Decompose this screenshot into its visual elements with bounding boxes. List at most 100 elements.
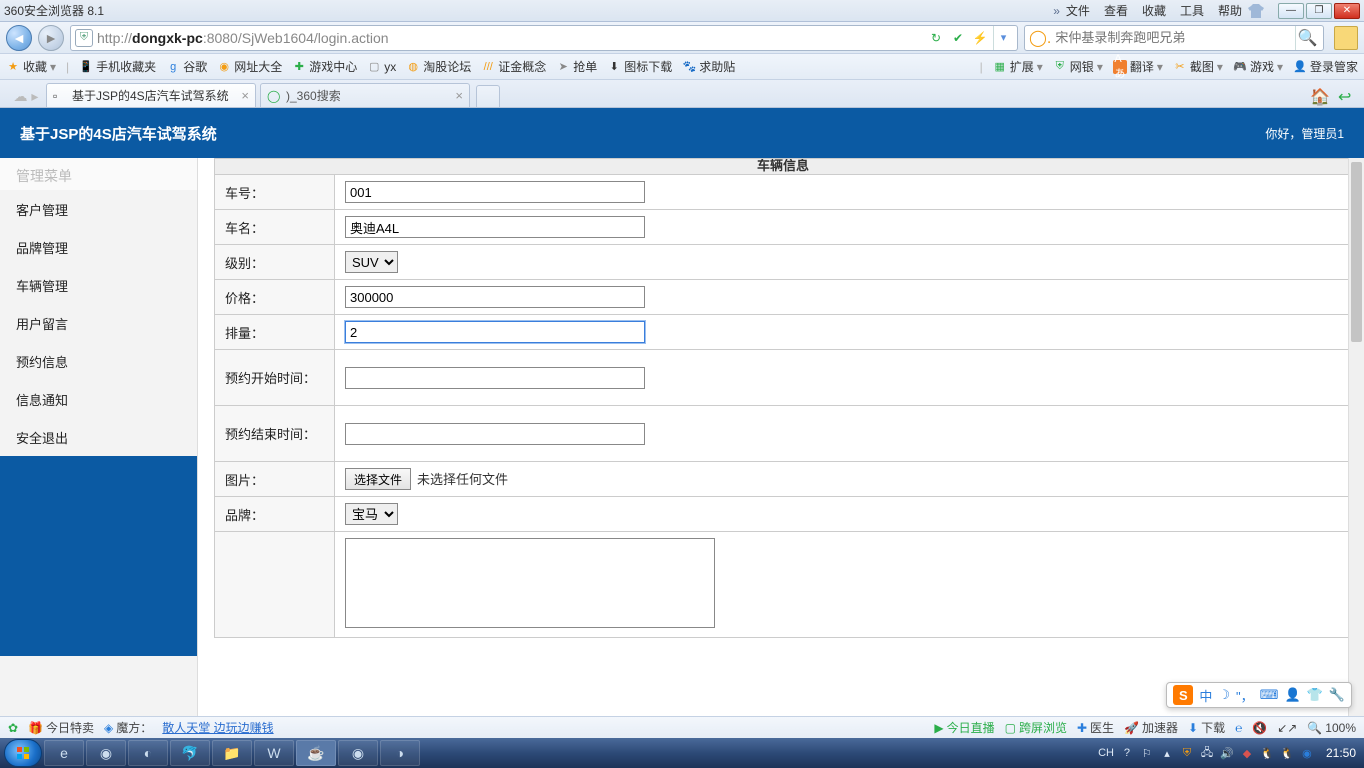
game-button[interactable]: 🎮游戏 ▾: [1233, 58, 1283, 75]
sidebar-item-message[interactable]: 用户留言: [0, 304, 197, 342]
ime-moon-icon[interactable]: ☽: [1218, 687, 1230, 703]
input-no[interactable]: [345, 181, 645, 203]
search-input[interactable]: [1055, 30, 1291, 45]
tray-qq2-icon[interactable]: 🐧: [1280, 746, 1294, 760]
task-word[interactable]: W: [254, 740, 294, 766]
bm-games[interactable]: ✚游戏中心: [292, 58, 357, 75]
bm-qiangdan[interactable]: ➤抢单: [556, 58, 597, 75]
task-mysql[interactable]: 🐬: [170, 740, 210, 766]
deal-button[interactable]: 🎁今日特卖: [28, 719, 94, 736]
input-name[interactable]: [345, 216, 645, 238]
scrollbar-thumb[interactable]: [1351, 162, 1362, 342]
textarea-desc[interactable]: [345, 538, 715, 628]
address-box[interactable]: ⛨ http://dongxk-pc:8080/SjWeb1604/login.…: [70, 25, 1018, 51]
login-mgr-button[interactable]: 👤登录管家: [1293, 58, 1358, 75]
sidebar-item-brand[interactable]: 品牌管理: [0, 228, 197, 266]
screenshot-button[interactable]: ✂截图 ▾: [1173, 58, 1223, 75]
start-button[interactable]: [4, 739, 42, 767]
input-price[interactable]: [345, 286, 645, 308]
dropdown-icon[interactable]: ▾: [993, 26, 1013, 50]
search-box[interactable]: ◯. 🔍: [1024, 25, 1324, 51]
tray-flag-icon[interactable]: ⚐: [1140, 746, 1154, 760]
tray-help-icon[interactable]: ?: [1120, 746, 1134, 760]
restore-icon[interactable]: ↩: [1338, 87, 1358, 107]
crossscreen-button[interactable]: ▢跨屏浏览: [1005, 719, 1067, 736]
live-button[interactable]: ▶今日直播: [934, 719, 994, 736]
checkmark-icon[interactable]: ✔: [949, 29, 967, 47]
tray-360-icon[interactable]: ◉: [1300, 746, 1314, 760]
translate-button[interactable]: Aあ翻译 ▾: [1113, 58, 1163, 75]
task-explorer[interactable]: 📁: [212, 740, 252, 766]
home-icon[interactable]: 🏠: [1310, 87, 1330, 107]
tray-up-icon[interactable]: ▴: [1160, 746, 1174, 760]
ime-wrench-icon[interactable]: 🔧: [1329, 687, 1345, 703]
sidebar-item-customer[interactable]: 客户管理: [0, 190, 197, 228]
bm-zhengjin[interactable]: ///证金概念: [481, 58, 546, 75]
sidebar-item-notice[interactable]: 信息通知: [0, 380, 197, 418]
bank-button[interactable]: ⛨网银 ▾: [1053, 58, 1103, 75]
bm-icondl[interactable]: ⬇图标下载: [607, 58, 672, 75]
ie-mode-icon[interactable]: ℮: [1235, 721, 1242, 735]
ime-person-icon[interactable]: 👤: [1284, 687, 1300, 703]
bm-mobile[interactable]: 📱手机收藏夹: [79, 58, 156, 75]
input-end-time[interactable]: [345, 423, 645, 445]
input-displacement[interactable]: [345, 321, 645, 343]
back-button[interactable]: ◄: [6, 25, 32, 51]
task-java[interactable]: ☕: [296, 740, 336, 766]
bm-yx[interactable]: ▢yx: [367, 60, 396, 74]
input-start-time[interactable]: [345, 367, 645, 389]
select-brand[interactable]: 宝马: [345, 503, 398, 525]
recycle-icon[interactable]: ↻: [927, 29, 945, 47]
vertical-scrollbar[interactable]: [1348, 158, 1364, 716]
ime-zhong[interactable]: 中: [1199, 686, 1212, 705]
task-360[interactable]: ◉: [338, 740, 378, 766]
lightning-icon[interactable]: ⚡: [971, 29, 989, 47]
forward-button[interactable]: ►: [38, 25, 64, 51]
minimize-button[interactable]: —: [1278, 3, 1304, 19]
tray-lang[interactable]: CH: [1098, 747, 1114, 759]
cloud-icon[interactable]: ☁ ▸: [6, 85, 46, 107]
zoom-control[interactable]: 🔍100%: [1307, 721, 1356, 735]
tray-qq1-icon[interactable]: 🐧: [1260, 746, 1274, 760]
sidebar-item-logout[interactable]: 安全退出: [0, 418, 197, 456]
favorites-button[interactable]: ★收藏 ▾: [6, 58, 56, 75]
bm-help[interactable]: 🐾求助贴: [682, 58, 735, 75]
task-chrome[interactable]: ◉: [86, 740, 126, 766]
sidebar-item-vehicle[interactable]: 车辆管理: [0, 266, 197, 304]
tab-close-icon[interactable]: ×: [241, 88, 249, 103]
tab-active[interactable]: ▫ 基于JSP的4S店汽车试驾系统 ×: [46, 83, 256, 107]
bm-sites[interactable]: ◉网址大全: [217, 58, 282, 75]
tray-clock[interactable]: 21:50: [1326, 746, 1356, 760]
file-choose-button[interactable]: 选择文件: [345, 468, 411, 490]
restore-icon[interactable]: ↙↗: [1277, 721, 1297, 735]
search-button[interactable]: 🔍: [1295, 26, 1319, 50]
select-level[interactable]: SUV: [345, 251, 398, 273]
task-eclipse[interactable]: ◑: [380, 740, 420, 766]
skin-icon[interactable]: [1248, 4, 1264, 18]
tray-net-icon[interactable]: 🖧: [1200, 746, 1214, 760]
menu-tools[interactable]: 工具: [1180, 2, 1204, 19]
task-ie[interactable]: e: [44, 740, 84, 766]
new-tab-button[interactable]: [476, 85, 500, 107]
maximize-button[interactable]: ❐: [1306, 3, 1332, 19]
user-avatar[interactable]: [1334, 26, 1358, 50]
doctor-button[interactable]: ✚医生: [1077, 719, 1114, 736]
menu-help[interactable]: 帮助: [1218, 2, 1242, 19]
leaf-icon[interactable]: ✿: [8, 721, 18, 735]
ime-skin-icon[interactable]: 👕: [1307, 687, 1323, 703]
task-myeclipse[interactable]: ◐: [128, 740, 168, 766]
ime-comma-icon[interactable]: "，: [1236, 686, 1254, 705]
menu-view[interactable]: 查看: [1104, 2, 1128, 19]
url-text[interactable]: http://dongxk-pc:8080/SjWeb1604/login.ac…: [97, 30, 923, 46]
menu-fav[interactable]: 收藏: [1142, 2, 1166, 19]
download-button[interactable]: ⬇下载: [1188, 719, 1225, 736]
sidebar-item-reserve[interactable]: 预约信息: [0, 342, 197, 380]
close-button[interactable]: ✕: [1334, 3, 1360, 19]
tray-shield-icon[interactable]: ⛨: [1180, 746, 1194, 760]
tab-2[interactable]: ◯ )_360搜索 ×: [260, 83, 470, 107]
tab-close-icon[interactable]: ×: [455, 88, 463, 103]
tray-vol-icon[interactable]: 🔊: [1220, 746, 1234, 760]
accel-button[interactable]: 🚀加速器: [1124, 719, 1178, 736]
ime-keyboard-icon[interactable]: ⌨: [1260, 687, 1279, 703]
bm-taogu[interactable]: ◍淘股论坛: [406, 58, 471, 75]
